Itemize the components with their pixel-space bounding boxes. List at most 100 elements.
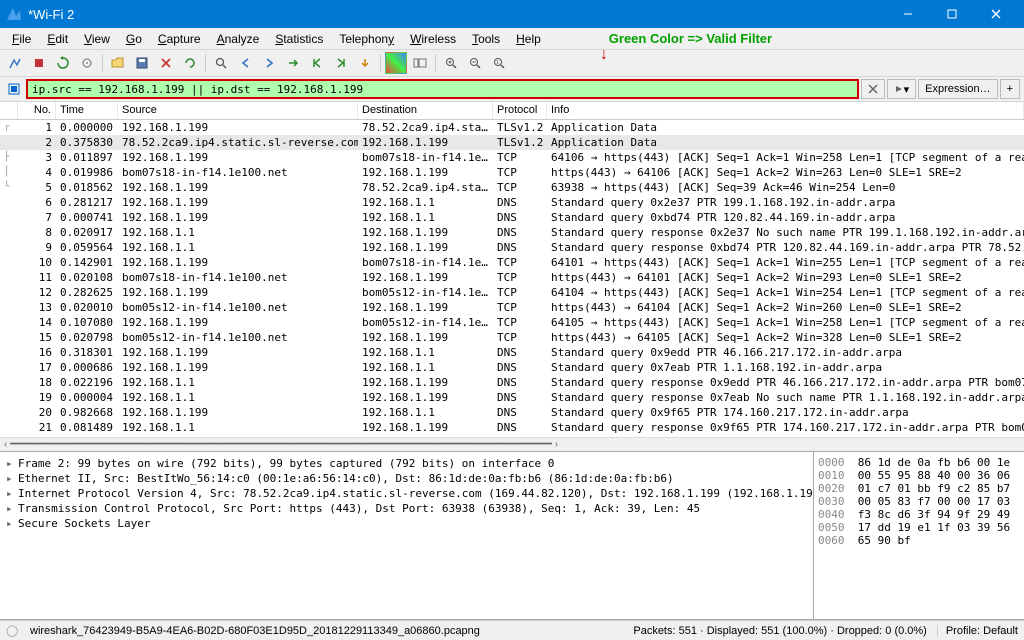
menu-file[interactable]: File — [4, 30, 39, 48]
title-bar: *Wi-Fi 2 — [0, 0, 1024, 28]
packet-row[interactable]: 100.142901192.168.1.199bom07s18-in-f14.1… — [0, 255, 1024, 270]
bytes-row[interactable]: 0050 17 dd 19 e1 1f 03 39 56 be — [818, 521, 1020, 534]
maximize-button[interactable] — [930, 0, 974, 28]
status-packet-count: Packets: 551 · Displayed: 551 (100.0%) ·… — [633, 625, 926, 637]
packet-row[interactable]: 60.281217192.168.1.199192.168.1.1DNSStan… — [0, 195, 1024, 210]
toolbar-start-capture-icon[interactable] — [4, 52, 26, 74]
packet-row[interactable]: 130.020010bom05s12-in-f14.1e100.net192.1… — [0, 300, 1024, 315]
detail-row[interactable]: ▸Secure Sockets Layer — [6, 516, 807, 531]
status-filename: wireshark_76423949-B5A9-4EA6-B02D-680F03… — [30, 625, 480, 637]
packet-row[interactable]: │40.019986bom07s18-in-f14.1e100.net192.1… — [0, 165, 1024, 180]
packet-row[interactable]: 180.022196192.168.1.1192.168.1.199DNSSta… — [0, 375, 1024, 390]
col-header-time[interactable]: Time — [56, 102, 118, 119]
separator — [102, 54, 103, 72]
detail-row[interactable]: ▸Internet Protocol Version 4, Src: 78.52… — [6, 486, 807, 501]
close-button[interactable] — [974, 0, 1018, 28]
toolbar-next-icon[interactable] — [258, 52, 280, 74]
packet-list-body[interactable]: ┌10.000000192.168.1.19978.52.2ca9.ip4.st… — [0, 120, 1024, 437]
packet-row[interactable]: 160.318301192.168.1.199192.168.1.1DNSSta… — [0, 345, 1024, 360]
status-profile[interactable]: Profile: Default — [937, 625, 1018, 637]
bytes-row[interactable]: 0040 f3 8c d6 3f 94 9f 29 49 ea — [818, 508, 1020, 521]
detail-row[interactable]: ▸Transmission Control Protocol, Src Port… — [6, 501, 807, 516]
packet-row[interactable]: 140.107080192.168.1.199bom05s12-in-f14.1… — [0, 315, 1024, 330]
packet-list-pane: No. Time Source Destination Protocol Inf… — [0, 102, 1024, 452]
col-header-destination[interactable]: Destination — [358, 102, 493, 119]
status-bar: ◯ wireshark_76423949-B5A9-4EA6-B02D-680F… — [0, 620, 1024, 640]
menu-wireless[interactable]: Wireless — [402, 30, 464, 48]
packet-row[interactable]: 210.081489192.168.1.1192.168.1.199DNSSta… — [0, 420, 1024, 435]
minimize-button[interactable] — [886, 0, 930, 28]
toolbar-autoscroll-icon[interactable] — [354, 52, 376, 74]
packet-row[interactable]: 190.000004192.168.1.1192.168.1.199DNSSta… — [0, 390, 1024, 405]
packet-row[interactable]: 170.000686192.168.1.199192.168.1.1DNSSta… — [0, 360, 1024, 375]
col-header-source[interactable]: Source — [118, 102, 358, 119]
svg-text:1: 1 — [496, 60, 499, 66]
menu-help[interactable]: Help — [508, 30, 549, 48]
toolbar-stop-capture-icon[interactable] — [28, 52, 50, 74]
packet-row[interactable]: ├30.011897192.168.1.199bom07s18-in-f14.1… — [0, 150, 1024, 165]
separator — [205, 54, 206, 72]
toolbar-find-icon[interactable] — [210, 52, 232, 74]
packet-row[interactable]: 70.000741192.168.1.199192.168.1.1DNSStan… — [0, 210, 1024, 225]
clear-filter-button[interactable] — [861, 79, 885, 99]
detail-row[interactable]: ▸Frame 2: 99 bytes on wire (792 bits), 9… — [6, 456, 807, 471]
packet-row[interactable]: 20.37583078.52.2ca9.ip4.static.sl-revers… — [0, 135, 1024, 150]
bytes-row[interactable]: 0060 65 90 bf — [818, 534, 1020, 547]
display-filter-input[interactable] — [26, 79, 859, 99]
annotation-arrow-icon: ↓ — [600, 46, 608, 64]
bytes-row[interactable]: 0010 00 55 95 88 40 00 36 06 f1 — [818, 469, 1020, 482]
toolbar-first-icon[interactable] — [306, 52, 328, 74]
packet-row[interactable]: 150.020798bom05s12-in-f14.1e100.net192.1… — [0, 330, 1024, 345]
app-icon — [6, 6, 22, 22]
separator — [380, 54, 381, 72]
packet-row[interactable]: 110.020108bom07s18-in-f14.1e100.net192.1… — [0, 270, 1024, 285]
apply-filter-button[interactable]: ▾ — [887, 79, 917, 99]
menu-analyze[interactable]: Analyze — [209, 30, 268, 48]
main-toolbar: 1 ↓ — [0, 50, 1024, 77]
packet-details-pane[interactable]: ▸Frame 2: 99 bytes on wire (792 bits), 9… — [0, 452, 814, 619]
toolbar-goto-icon[interactable] — [282, 52, 304, 74]
status-indicator-icon: ◯ — [6, 624, 20, 637]
toolbar-close-icon[interactable] — [155, 52, 177, 74]
expression-button[interactable]: Expression… — [918, 79, 997, 99]
menu-edit[interactable]: Edit — [39, 30, 76, 48]
packet-row[interactable]: 80.020917192.168.1.1192.168.1.199DNSStan… — [0, 225, 1024, 240]
menu-telephony[interactable]: Telephony — [331, 30, 402, 48]
toolbar-zoom-in-icon[interactable] — [440, 52, 462, 74]
packet-bytes-pane[interactable]: 0000 86 1d de 0a fb b6 00 1e a60010 00 5… — [814, 452, 1024, 619]
toolbar-reload-icon[interactable] — [179, 52, 201, 74]
display-filter-toolbar: ▾ Expression… + — [0, 77, 1024, 102]
packet-row[interactable]: 200.982668192.168.1.199192.168.1.1DNSSta… — [0, 405, 1024, 420]
menu-view[interactable]: View — [76, 30, 118, 48]
col-header-info[interactable]: Info — [547, 102, 1024, 119]
toolbar-last-icon[interactable] — [330, 52, 352, 74]
toolbar-prev-icon[interactable] — [234, 52, 256, 74]
col-header-no[interactable]: No. — [18, 102, 56, 119]
menu-tools[interactable]: Tools — [464, 30, 508, 48]
detail-row[interactable]: ▸Ethernet II, Src: BestItWo_56:14:c0 (00… — [6, 471, 807, 486]
horizontal-scrollbar[interactable]: ‹ ━━━━━━━━━━━━━━━━━━━━━━━━━━━━━━━━━━━━━━… — [0, 437, 1024, 451]
packet-row[interactable]: ┌10.000000192.168.1.19978.52.2ca9.ip4.st… — [0, 120, 1024, 135]
toolbar-colorize-icon[interactable] — [385, 52, 407, 74]
col-header-protocol[interactable]: Protocol — [493, 102, 547, 119]
bytes-row[interactable]: 0000 86 1d de 0a fb b6 00 1e a6 — [818, 456, 1020, 469]
bytes-row[interactable]: 0020 01 c7 01 bb f9 c2 85 b7 36 — [818, 482, 1020, 495]
toolbar-open-icon[interactable] — [107, 52, 129, 74]
menu-statistics[interactable]: Statistics — [267, 30, 331, 48]
toolbar-capture-options-icon[interactable] — [76, 52, 98, 74]
packet-row[interactable]: 90.059564192.168.1.1192.168.1.199DNSStan… — [0, 240, 1024, 255]
menu-go[interactable]: Go — [118, 30, 150, 48]
toolbar-zoom-out-icon[interactable] — [464, 52, 486, 74]
packet-row[interactable]: └50.018562192.168.1.19978.52.2ca9.ip4.st… — [0, 180, 1024, 195]
toolbar-resize-columns-icon[interactable] — [409, 52, 431, 74]
packet-list-header[interactable]: No. Time Source Destination Protocol Inf… — [0, 102, 1024, 120]
bytes-row[interactable]: 0030 00 05 83 f7 00 00 17 03 03 — [818, 495, 1020, 508]
toolbar-zoom-reset-icon[interactable]: 1 — [488, 52, 510, 74]
toolbar-save-icon[interactable] — [131, 52, 153, 74]
bookmark-filter-icon[interactable] — [4, 79, 24, 99]
menu-capture[interactable]: Capture — [150, 30, 209, 48]
window-title: *Wi-Fi 2 — [28, 7, 886, 22]
packet-row[interactable]: 120.282625192.168.1.199bom05s12-in-f14.1… — [0, 285, 1024, 300]
add-filter-button[interactable]: + — [1000, 79, 1020, 99]
toolbar-restart-capture-icon[interactable] — [52, 52, 74, 74]
